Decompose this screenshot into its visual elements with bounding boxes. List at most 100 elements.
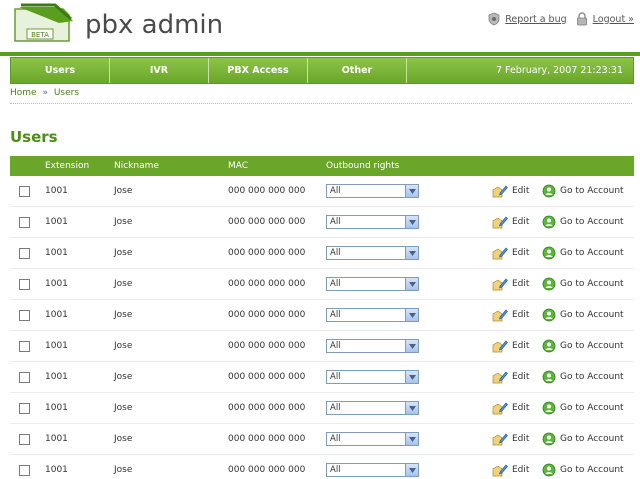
chevron-down-icon: [405, 433, 418, 445]
row-checkbox[interactable]: [19, 464, 30, 476]
chevron-down-icon: [405, 247, 418, 259]
edit-label: Edit: [512, 279, 530, 289]
account-icon: [542, 277, 556, 291]
go-to-account-button[interactable]: Go to Account: [542, 215, 624, 229]
outbound-rights-select[interactable]: All: [326, 401, 419, 415]
chevron-down-icon: [405, 309, 418, 321]
edit-label: Edit: [512, 186, 530, 196]
go-to-account-button[interactable]: Go to Account: [542, 246, 624, 260]
edit-label: Edit: [512, 434, 530, 444]
edit-button[interactable]: Edit: [492, 215, 529, 229]
go-to-account-button[interactable]: Go to Account: [542, 432, 624, 446]
row-checkbox[interactable]: [19, 371, 30, 383]
account-label: Go to Account: [560, 434, 624, 444]
row-mac: 000 000 000 000: [228, 248, 306, 258]
table-row: 1001 Jose 000 000 000 000 All Edit Go to…: [10, 238, 634, 269]
row-checkbox[interactable]: [19, 278, 30, 290]
row-checkbox[interactable]: [19, 433, 30, 445]
nav-users[interactable]: Users: [11, 58, 110, 83]
column-outbound-rights: Outbound rights: [326, 161, 400, 171]
go-to-account-button[interactable]: Go to Account: [542, 308, 624, 322]
row-checkbox[interactable]: [19, 185, 30, 197]
go-to-account-button[interactable]: Go to Account: [542, 401, 624, 415]
account-icon: [542, 370, 556, 384]
outbound-rights-select[interactable]: All: [326, 463, 419, 477]
column-nickname: Nickname: [114, 161, 159, 171]
chevron-down-icon: [405, 216, 418, 228]
edit-icon: [492, 185, 508, 198]
account-icon: [542, 184, 556, 198]
header: BETA pbx admin Report a bug Logout »: [0, 0, 640, 54]
edit-button[interactable]: Edit: [492, 463, 529, 477]
row-checkbox[interactable]: [19, 340, 30, 352]
account-label: Go to Account: [560, 310, 624, 320]
edit-icon: [492, 433, 508, 446]
breadcrumb: Home » Users: [10, 88, 79, 98]
edit-label: Edit: [512, 341, 530, 351]
go-to-account-button[interactable]: Go to Account: [542, 463, 624, 477]
nav-datetime: 7 February, 2007 21:23:31: [495, 65, 623, 76]
edit-button[interactable]: Edit: [492, 277, 529, 291]
go-to-account-button[interactable]: Go to Account: [542, 184, 624, 198]
table-row: 1001 Jose 000 000 000 000 All Edit Go to…: [10, 331, 634, 362]
nav-pbx-access[interactable]: PBX Access: [209, 58, 308, 83]
outbound-rights-value: All: [330, 248, 341, 258]
row-extension: 1001: [45, 465, 68, 475]
outbound-rights-select[interactable]: All: [326, 339, 419, 353]
edit-button[interactable]: Edit: [492, 432, 529, 446]
account-label: Go to Account: [560, 217, 624, 227]
report-bug-link[interactable]: Report a bug: [487, 12, 567, 26]
edit-button[interactable]: Edit: [492, 308, 529, 322]
main-nav: Users IVR PBX Access Other 7 February, 2…: [10, 57, 634, 84]
row-checkbox[interactable]: [19, 402, 30, 414]
logo-icon: BETA: [14, 3, 73, 42]
chevron-down-icon: [405, 371, 418, 383]
edit-icon: [492, 371, 508, 384]
outbound-rights-select[interactable]: All: [326, 246, 419, 260]
edit-label: Edit: [512, 310, 530, 320]
chevron-down-icon: [405, 402, 418, 414]
logout-link[interactable]: Logout »: [575, 12, 634, 26]
edit-icon: [492, 464, 508, 477]
logo-badge: BETA: [31, 31, 49, 39]
nav-ivr[interactable]: IVR: [110, 58, 209, 83]
row-checkbox[interactable]: [19, 216, 30, 228]
row-extension: 1001: [45, 434, 68, 444]
go-to-account-button[interactable]: Go to Account: [542, 370, 624, 384]
account-icon: [542, 401, 556, 415]
row-mac: 000 000 000 000: [228, 279, 306, 289]
outbound-rights-select[interactable]: All: [326, 432, 419, 446]
edit-button[interactable]: Edit: [492, 401, 529, 415]
row-nickname: Jose: [114, 310, 133, 320]
nav-other[interactable]: Other: [308, 58, 407, 83]
outbound-rights-select[interactable]: All: [326, 308, 419, 322]
edit-button[interactable]: Edit: [492, 184, 529, 198]
breadcrumb-home[interactable]: Home: [10, 88, 37, 98]
edit-label: Edit: [512, 465, 530, 475]
chevron-down-icon: [405, 340, 418, 352]
edit-button[interactable]: Edit: [492, 339, 529, 353]
row-mac: 000 000 000 000: [228, 372, 306, 382]
row-mac: 000 000 000 000: [228, 310, 306, 320]
go-to-account-button[interactable]: Go to Account: [542, 339, 624, 353]
account-label: Go to Account: [560, 465, 624, 475]
edit-icon: [492, 216, 508, 229]
row-checkbox[interactable]: [19, 309, 30, 321]
column-extension: Extension: [45, 161, 90, 171]
row-mac: 000 000 000 000: [228, 186, 306, 196]
edit-button[interactable]: Edit: [492, 370, 529, 384]
logout-label: Logout »: [592, 13, 634, 25]
account-icon: [542, 463, 556, 477]
outbound-rights-select[interactable]: All: [326, 277, 419, 291]
go-to-account-button[interactable]: Go to Account: [542, 277, 624, 291]
breadcrumb-separator: »: [42, 88, 48, 98]
outbound-rights-select[interactable]: All: [326, 184, 419, 198]
edit-button[interactable]: Edit: [492, 246, 529, 260]
outbound-rights-value: All: [330, 310, 341, 320]
edit-icon: [492, 247, 508, 260]
row-nickname: Jose: [114, 372, 133, 382]
outbound-rights-select[interactable]: All: [326, 215, 419, 229]
row-nickname: Jose: [114, 434, 133, 444]
outbound-rights-select[interactable]: All: [326, 370, 419, 384]
row-checkbox[interactable]: [19, 247, 30, 259]
